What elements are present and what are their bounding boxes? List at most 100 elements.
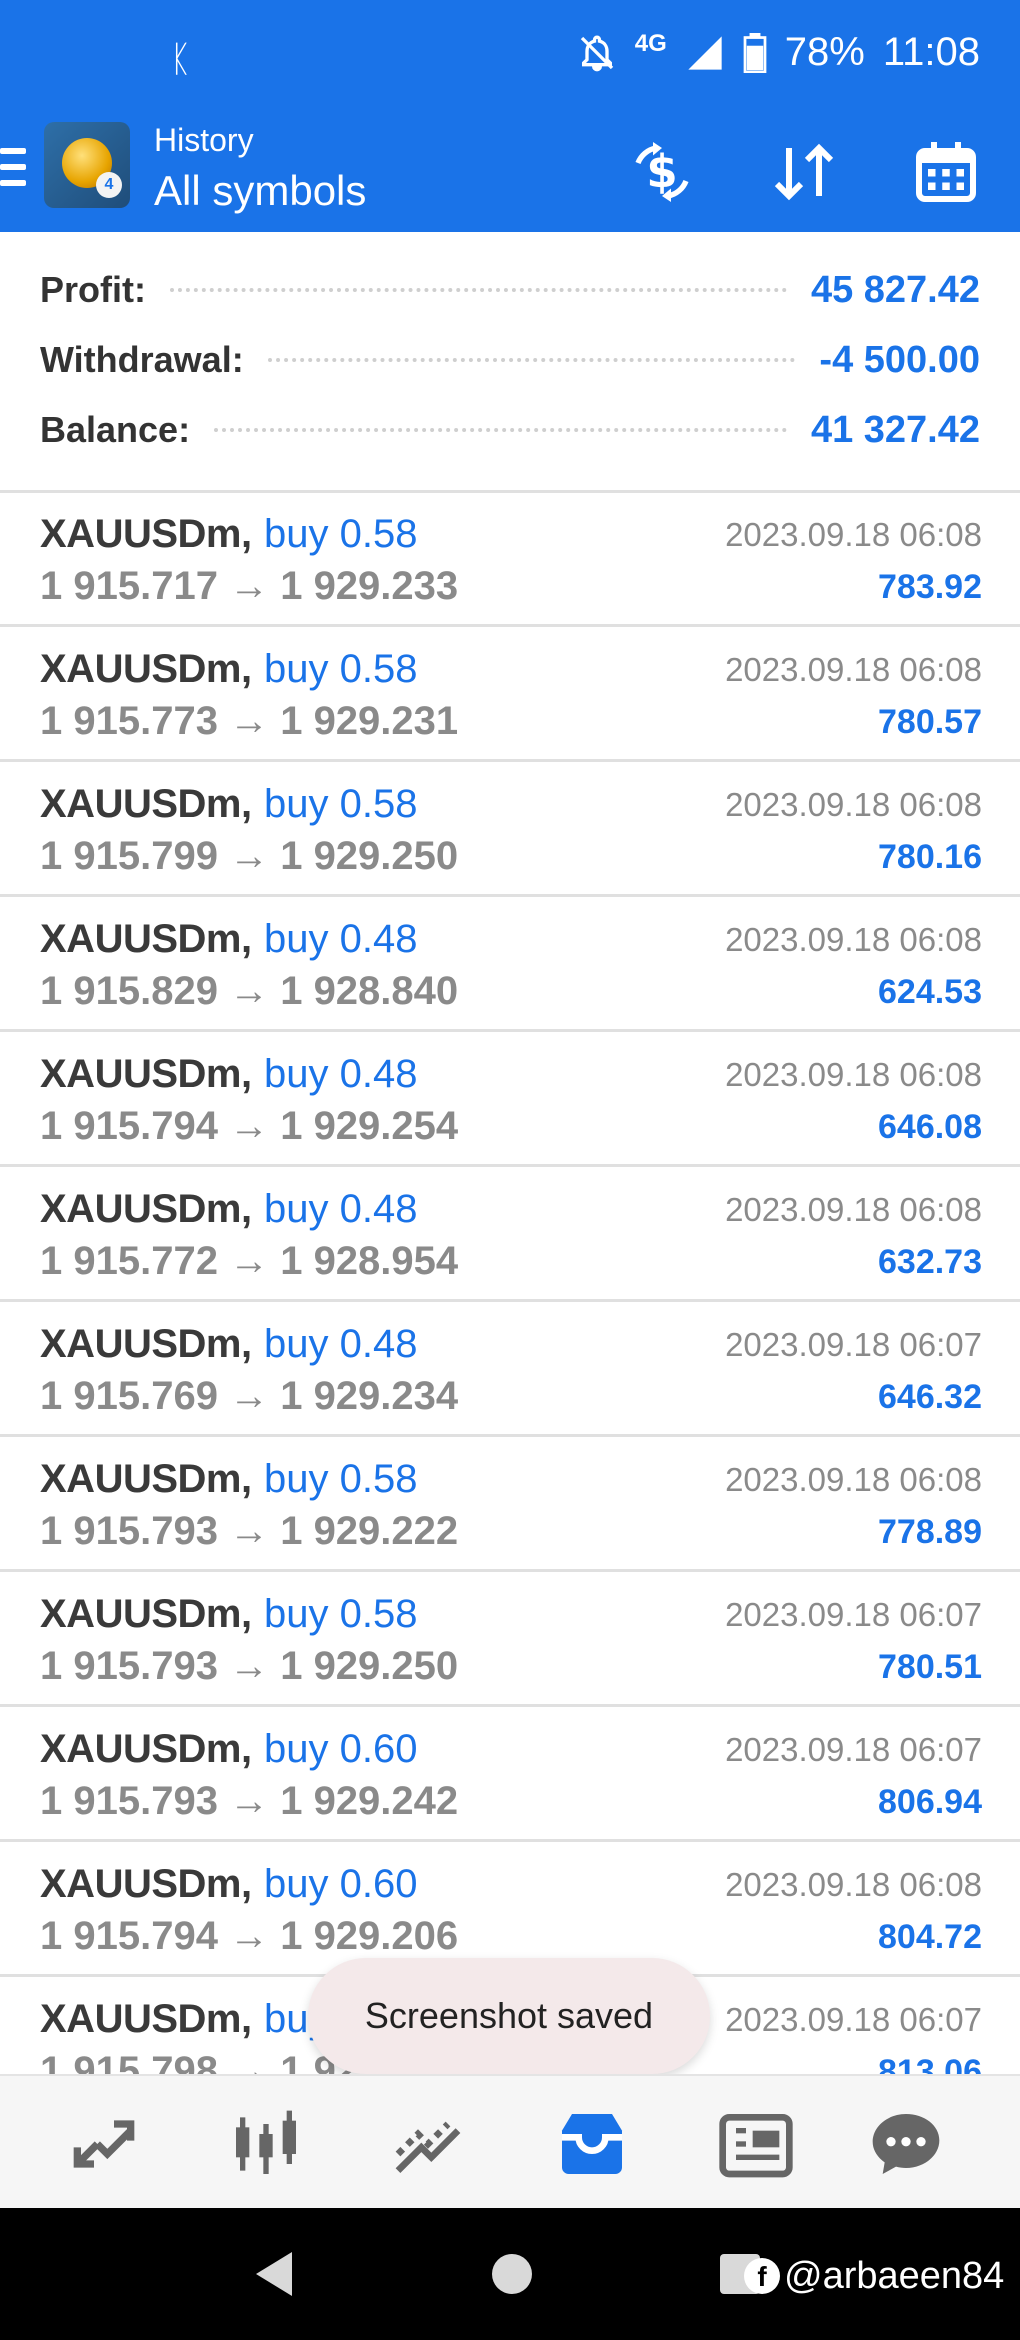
deal-close-price: 1 928.954	[280, 1239, 459, 1283]
deal-row[interactable]: XAUUSDm, buy 0.48 1 915.829 → 1 928.840 202…	[0, 897, 1020, 1032]
deal-side-volume: buy 0.58	[264, 782, 418, 826]
deal-row[interactable]: XAUUSDm, buy 0.58 1 915.773 → 1 929.231 202…	[0, 627, 1020, 762]
svg-text:$: $	[646, 145, 677, 198]
deal-open-price: 1 915.793	[40, 1509, 218, 1553]
deal-side-volume: buy 0.58	[264, 1457, 418, 1501]
deal-profit: 804.72	[878, 1918, 982, 1956]
deal-row[interactable]: XAUUSDm, buy 0.48 1 915.794 → 1 929.254 202…	[0, 1032, 1020, 1167]
deal-profit: 813.06	[878, 2053, 982, 2074]
deal-profit: 646.32	[878, 1378, 982, 1416]
sort-icon[interactable]	[768, 136, 840, 208]
deal-close-price: 1 929.231	[280, 699, 459, 743]
deal-prices: 1 915.717 → 1 929.233	[40, 564, 458, 609]
deal-prices: 1 915.773 → 1 929.231	[40, 699, 458, 744]
home-icon[interactable]	[492, 2254, 532, 2294]
deal-side-volume: buy 0.60	[264, 1862, 418, 1906]
deal-time: 2023.09.18 06:07	[725, 1596, 982, 1633]
deal-profit: 780.16	[878, 838, 982, 876]
quotes-icon[interactable]	[64, 2104, 144, 2184]
deal-prices: 1 915.793 → 1 929.222	[40, 1509, 458, 1554]
deal-side-volume: buy 0.48	[264, 917, 418, 961]
deal-side-volume: buy 0.48	[264, 1322, 418, 1366]
deal-row[interactable]: XAUUSDm, buy 0.58 1 915.793 → 1 929.222 202…	[0, 1437, 1020, 1572]
k-notification-icon: ᛕ	[170, 38, 192, 79]
deal-row[interactable]: XAUUSDm, buy 0.58 1 915.717 → 1 929.233 202…	[0, 492, 1020, 627]
deal-open-price: 1 915.799	[40, 834, 218, 878]
menu-icon[interactable]	[0, 148, 26, 192]
deal-profit: 778.89	[878, 1513, 982, 1551]
back-icon[interactable]	[256, 2252, 292, 2296]
deal-time: 2023.09.18 06:08	[725, 516, 982, 553]
trade-icon[interactable]	[388, 2104, 468, 2184]
deal-row[interactable]: XAUUSDm, buy 0.58 1 915.799 → 1 929.250 202…	[0, 762, 1020, 897]
deal-close-price: 1 929.233	[280, 564, 459, 608]
messages-icon[interactable]	[866, 2104, 946, 2184]
deal-row[interactable]: XAUUSDm, buy 0.48 1 915.772 → 1 928.954 202…	[0, 1167, 1020, 1302]
deal-open-price: 1 915.794	[40, 1914, 218, 1958]
deal-profit: 783.92	[878, 568, 982, 606]
arrow-icon: →	[229, 1779, 270, 1823]
toast-message: Screenshot saved	[308, 1958, 710, 2074]
chart-icon[interactable]	[226, 2104, 306, 2184]
deal-row[interactable]: XAUUSDm, buy 0.60 1 915.793 → 1 929.242 202…	[0, 1707, 1020, 1842]
network-type-label: 4G	[634, 30, 667, 57]
deals-list[interactable]: XAUUSDm, buy 0.58 1 915.717 → 1 929.233 202…	[0, 492, 1020, 2074]
deal-profit: 646.08	[878, 1108, 982, 1146]
deal-open-price: 1 915.829	[40, 969, 218, 1013]
deal-prices: 1 915.793 → 1 929.242	[40, 1779, 458, 1824]
clock: 11:08	[882, 30, 980, 74]
deal-row[interactable]: XAUUSDm, buy 0.60 1 915.794 → 1 929.206 202…	[0, 1842, 1020, 1977]
status-bar: ᛕ 4G 78% 11:08	[0, 0, 1020, 118]
deal-profit: 780.51	[878, 1648, 982, 1686]
news-icon[interactable]	[716, 2104, 796, 2184]
deal-prices: 1 915.799 → 1 929.250	[40, 834, 458, 879]
deal-close-price: 1 928.840	[280, 969, 459, 1013]
deal-side-volume: buy 0.58	[264, 1592, 418, 1636]
balance-label: Balance:	[40, 409, 191, 450]
deal-close-price: 1 929.250	[280, 1644, 459, 1688]
deal-row[interactable]: XAUUSDm, buy 0.58 1 915.793 → 1 929.250 202…	[0, 1572, 1020, 1707]
deal-prices: 1 915.829 → 1 928.840	[40, 969, 458, 1014]
deal-time: 2023.09.18 06:08	[725, 786, 982, 823]
deal-side-volume: buy 0.58	[264, 512, 418, 556]
deal-time: 2023.09.18 06:08	[725, 1191, 982, 1228]
deal-symbol: XAUUSDm,	[40, 512, 252, 556]
deal-time: 2023.09.18 06:08	[725, 1461, 982, 1498]
deal-prices: 1 915.794 → 1 929.206	[40, 1914, 458, 1959]
deal-prices: 1 915.769 → 1 929.234	[40, 1374, 458, 1419]
status-icons: 4G 78% 11:08	[577, 30, 980, 75]
deal-symbol: XAUUSDm,	[40, 1457, 252, 1501]
deal-profit: 632.73	[878, 1243, 982, 1281]
calendar-icon[interactable]	[910, 136, 982, 208]
system-navigation-bar: f @arbaeen84	[0, 2208, 1020, 2340]
deal-row[interactable]: XAUUSDm, buy 0.48 1 915.769 → 1 929.234 202…	[0, 1302, 1020, 1437]
signal-icon	[685, 33, 725, 73]
deal-prices: 1 915.798 → 1 92	[40, 2049, 358, 2074]
deal-time: 2023.09.18 06:08	[725, 1056, 982, 1093]
arrow-icon: →	[229, 1509, 270, 1553]
arrow-icon: →	[229, 564, 270, 608]
page-label: History	[154, 122, 254, 158]
deal-symbol: XAUUSDm,	[40, 1997, 252, 2041]
page-title: All symbols	[154, 167, 367, 214]
deal-close-price: 1 929.234	[280, 1374, 459, 1418]
deal-profit: 624.53	[878, 973, 982, 1011]
deal-time: 2023.09.18 06:08	[725, 1866, 982, 1903]
title-block[interactable]: History All symbols	[154, 118, 366, 218]
deal-symbol: XAUUSDm,	[40, 1862, 252, 1906]
history-icon[interactable]	[552, 2104, 632, 2184]
battery-percent: 78%	[784, 30, 865, 74]
deal-time: 2023.09.18 06:08	[725, 921, 982, 958]
withdrawal-value: -4 500.00	[819, 338, 980, 381]
app-logo: 4	[44, 122, 130, 208]
deal-time: 2023.09.18 06:07	[725, 1326, 982, 1363]
deal-prices: 1 915.793 → 1 929.250	[40, 1644, 458, 1689]
deal-profit: 780.57	[878, 703, 982, 741]
arrow-icon: →	[229, 699, 270, 743]
currency-exchange-icon[interactable]: $	[626, 136, 698, 208]
arrow-icon: →	[229, 969, 270, 1013]
deal-symbol: XAUUSDm,	[40, 917, 252, 961]
withdrawal-row: Withdrawal: -4 500.00	[40, 325, 980, 395]
deal-close-price: 1 929.250	[280, 834, 459, 878]
deal-profit: 806.94	[878, 1783, 982, 1821]
